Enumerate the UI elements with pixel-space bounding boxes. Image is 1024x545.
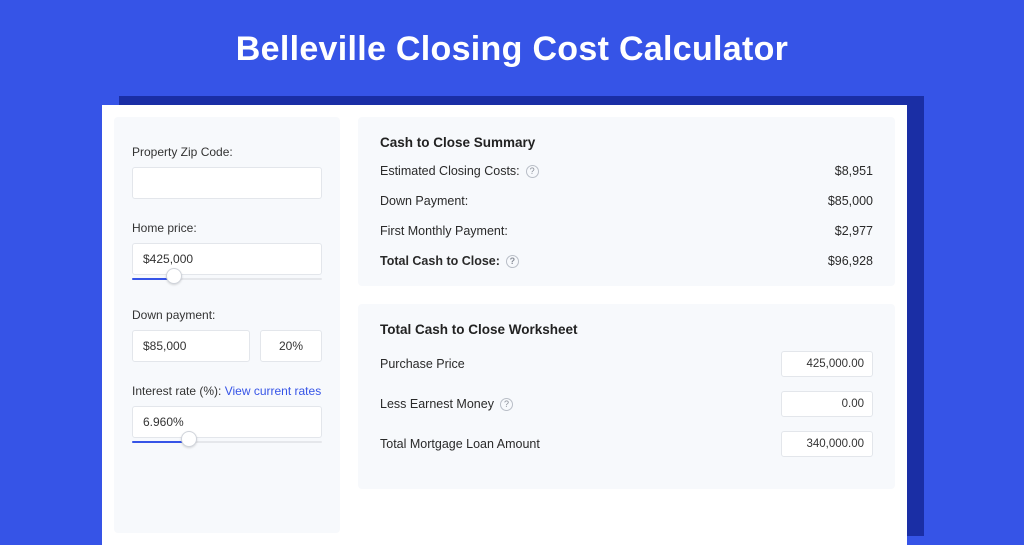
summary-row-label: Estimated Closing Costs: xyxy=(380,164,520,178)
help-icon[interactable]: ? xyxy=(526,165,539,178)
summary-row-label: First Monthly Payment: xyxy=(380,224,508,238)
summary-row: Estimated Closing Costs: ? $8,951 xyxy=(380,164,873,178)
home-price-slider[interactable] xyxy=(132,274,322,286)
page-title: Belleville Closing Cost Calculator xyxy=(0,0,1024,69)
home-price-label: Home price: xyxy=(132,221,322,235)
calculator-card: Property Zip Code: Home price: Down paym… xyxy=(102,105,907,545)
summary-row: First Monthly Payment: $2,977 xyxy=(380,224,873,238)
down-payment-group: Down payment: xyxy=(132,308,322,362)
worksheet-row-label: Less Earnest Money xyxy=(380,397,494,411)
help-icon[interactable]: ? xyxy=(500,398,513,411)
interest-input[interactable] xyxy=(132,406,322,438)
worksheet-panel: Total Cash to Close Worksheet Purchase P… xyxy=(358,304,895,489)
summary-row: Down Payment: $85,000 xyxy=(380,194,873,208)
summary-total-value: $96,928 xyxy=(828,254,873,268)
summary-total-label: Total Cash to Close: xyxy=(380,254,500,268)
down-payment-label: Down payment: xyxy=(132,308,322,322)
purchase-price-input[interactable] xyxy=(781,351,873,377)
down-payment-input[interactable] xyxy=(132,330,250,362)
summary-row-value: $8,951 xyxy=(835,164,873,178)
earnest-money-input[interactable] xyxy=(781,391,873,417)
worksheet-row: Total Mortgage Loan Amount xyxy=(380,431,873,457)
summary-panel: Cash to Close Summary Estimated Closing … xyxy=(358,117,895,286)
output-panels: Cash to Close Summary Estimated Closing … xyxy=(358,117,895,533)
summary-row-value: $85,000 xyxy=(828,194,873,208)
worksheet-title: Total Cash to Close Worksheet xyxy=(380,322,873,337)
interest-group: Interest rate (%): View current rates xyxy=(132,384,322,449)
home-price-slider-thumb[interactable] xyxy=(166,268,182,284)
mortgage-loan-input[interactable] xyxy=(781,431,873,457)
worksheet-row: Less Earnest Money ? xyxy=(380,391,873,417)
zip-input[interactable] xyxy=(132,167,322,199)
down-payment-pct-input[interactable] xyxy=(260,330,322,362)
summary-total-row: Total Cash to Close: ? $96,928 xyxy=(380,254,873,268)
summary-row-label: Down Payment: xyxy=(380,194,468,208)
view-current-rates-link[interactable]: View current rates xyxy=(225,384,322,398)
zip-group: Property Zip Code: xyxy=(132,145,322,199)
worksheet-row-label: Total Mortgage Loan Amount xyxy=(380,437,540,451)
interest-slider[interactable] xyxy=(132,437,322,449)
help-icon[interactable]: ? xyxy=(506,255,519,268)
home-price-group: Home price: xyxy=(132,221,322,286)
input-panel: Property Zip Code: Home price: Down paym… xyxy=(114,117,340,533)
summary-row-value: $2,977 xyxy=(835,224,873,238)
interest-slider-thumb[interactable] xyxy=(181,431,197,447)
worksheet-row-label: Purchase Price xyxy=(380,357,465,371)
zip-label: Property Zip Code: xyxy=(132,145,322,159)
home-price-input[interactable] xyxy=(132,243,322,275)
worksheet-row: Purchase Price xyxy=(380,351,873,377)
summary-title: Cash to Close Summary xyxy=(380,135,873,150)
interest-label: Interest rate (%): View current rates xyxy=(132,384,322,398)
